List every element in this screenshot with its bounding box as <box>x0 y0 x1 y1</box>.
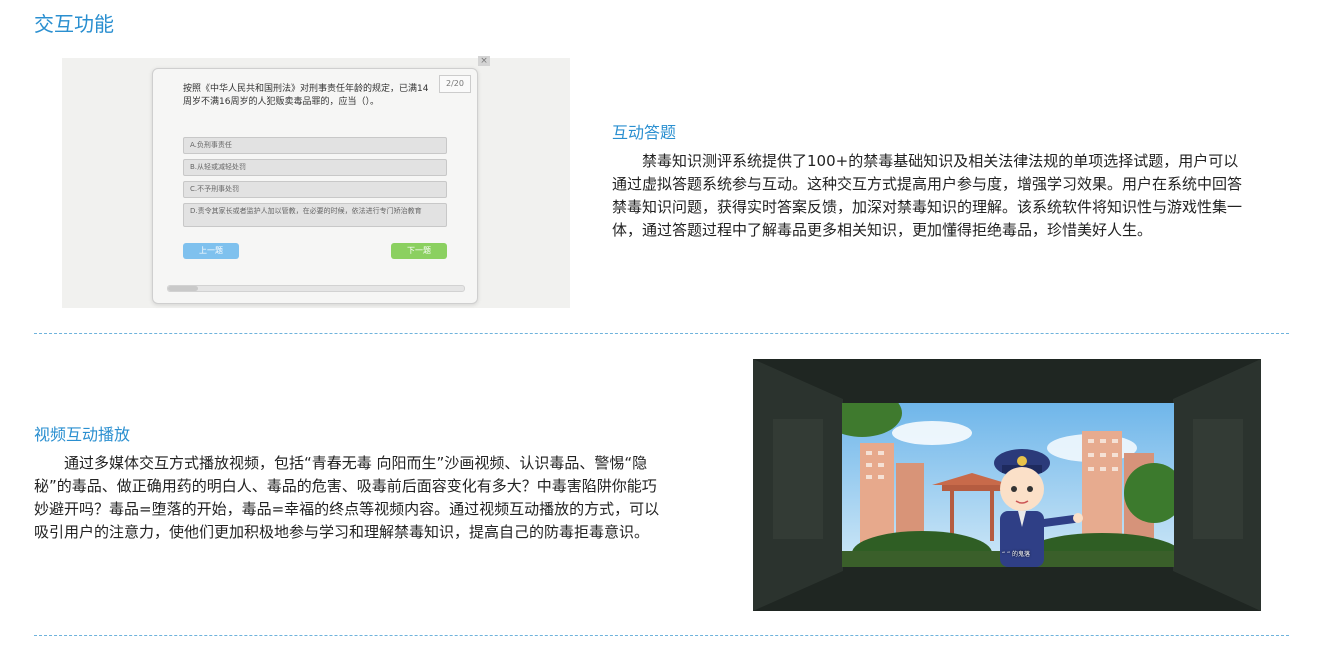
divider <box>34 635 1289 636</box>
quiz-option-a[interactable]: A.负刑事责任 <box>183 137 447 154</box>
video-subtitle: “ ” 的鬼落 <box>1001 551 1031 558</box>
quiz-progress-bar <box>167 285 465 292</box>
quiz-option-c[interactable]: C.不予刑事处罚 <box>183 181 447 198</box>
quiz-paragraph: 禁毒知识测评系统提供了100+的禁毒基础知识及相关法律法规的单项选择试题，用户可… <box>612 152 1243 239</box>
quiz-card: 2/20 按照《中华人民共和国刑法》对刑事责任年龄的规定，已满14周岁不满16周… <box>152 68 478 304</box>
video-heading: 视频互动播放 <box>34 425 131 444</box>
next-question-button[interactable]: 下一题 <box>391 243 447 259</box>
video-screenshot: “ ” 的鬼落 <box>753 359 1261 611</box>
close-icon[interactable]: × <box>478 56 490 66</box>
section-title: 交互功能 <box>34 12 114 36</box>
quiz-question: 按照《中华人民共和国刑法》对刑事责任年龄的规定，已满14周岁不满16周岁的人犯贩… <box>183 84 429 107</box>
quiz-page-indicator: 2/20 <box>439 75 471 93</box>
quiz-progress-fill <box>168 286 198 291</box>
quiz-option-b[interactable]: B.从轻或减轻处罚 <box>183 159 447 176</box>
quiz-option-d[interactable]: D.责令其家长或者监护人加以管教，在必要的时候，依法进行专门矫治教育 <box>183 203 447 227</box>
quiz-heading: 互动答题 <box>612 123 677 142</box>
video-paragraph: 通过多媒体交互方式播放视频，包括“青春无毒 向阳而生”沙画视频、认识毒品、警惕“… <box>34 454 660 541</box>
video-player[interactable]: “ ” 的鬼落 <box>842 403 1174 567</box>
prev-question-button[interactable]: 上一题 <box>183 243 239 259</box>
divider <box>34 333 1289 334</box>
video-frame-illustration <box>842 403 1174 567</box>
